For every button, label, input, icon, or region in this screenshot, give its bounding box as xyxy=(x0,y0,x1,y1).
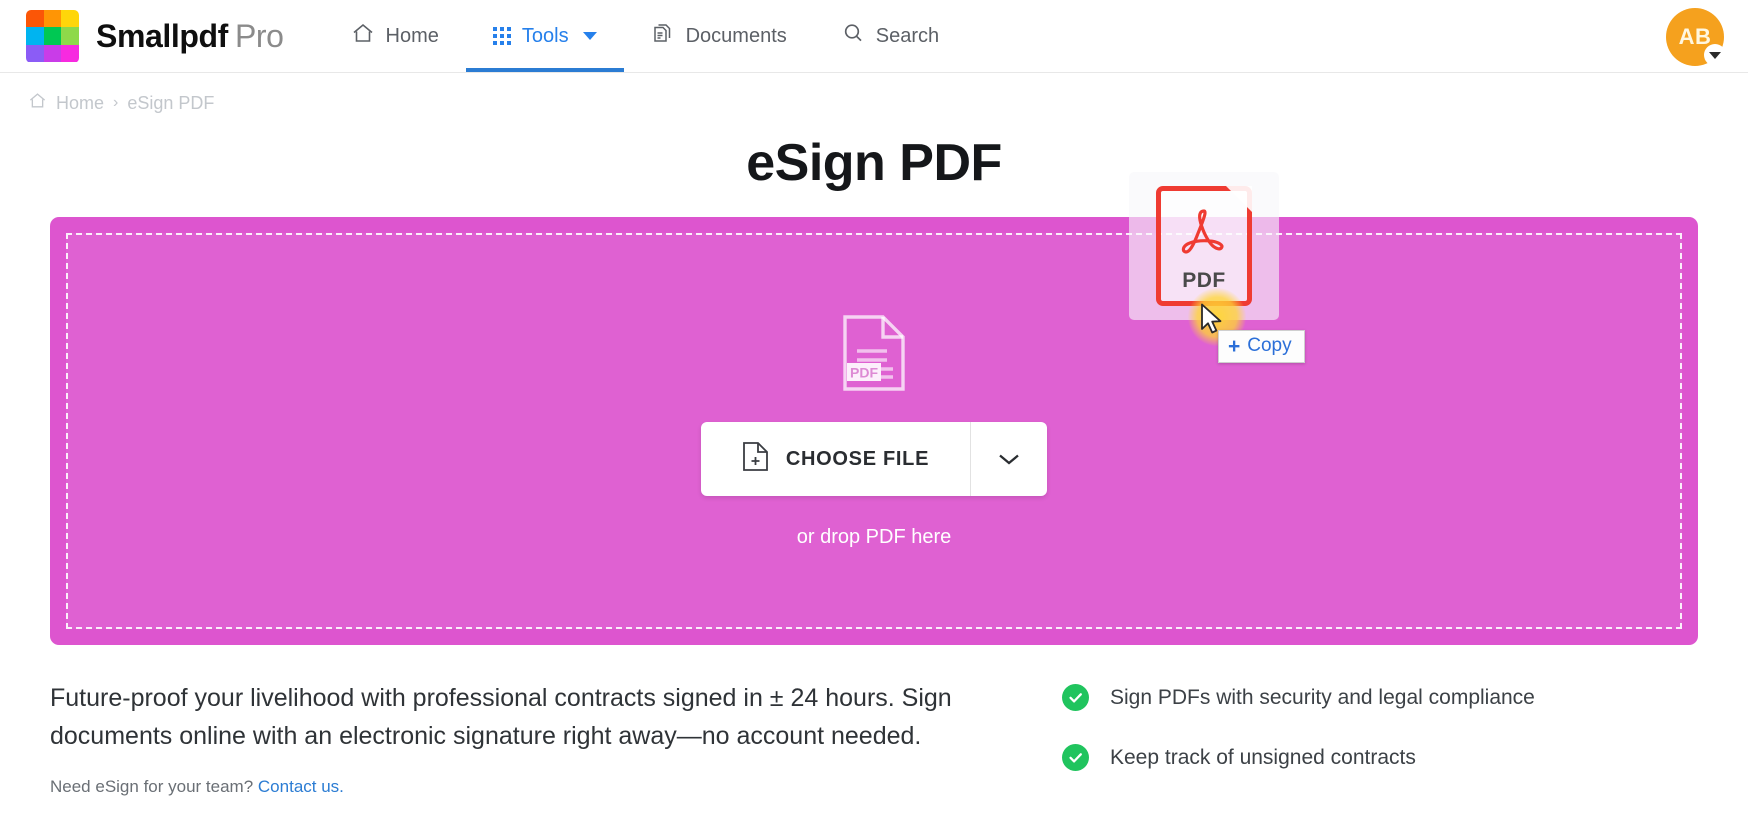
brand-name: Smallpdf Pro xyxy=(96,18,284,55)
feature-label: Sign PDFs with security and legal compli… xyxy=(1110,685,1535,709)
choose-file-label: CHOOSE FILE xyxy=(785,447,930,470)
breadcrumb: Home › eSign PDF xyxy=(0,73,1748,115)
check-circle-icon xyxy=(1062,684,1089,711)
grid-dots-icon xyxy=(492,27,511,45)
drop-hint-text: or drop PDF here xyxy=(796,526,952,548)
feature-label: Keep track of unsigned contracts xyxy=(1110,745,1416,769)
team-contact-line: Need eSign for your team? Contact us. xyxy=(50,777,1010,797)
breadcrumb-current: eSign PDF xyxy=(127,92,215,113)
breadcrumb-separator: › xyxy=(113,94,119,111)
list-item: Sign PDFs with security and legal compli… xyxy=(1062,684,1535,711)
nav-item-home[interactable]: Home xyxy=(324,0,466,72)
nav-items: Home Tools Documents Search xyxy=(324,0,967,72)
avatar-chevron-down-icon[interactable] xyxy=(1704,44,1726,66)
search-icon xyxy=(841,21,865,51)
bottom-content: Future-proof your livelihood with profes… xyxy=(0,645,1748,804)
brand-name-bold: Smallpdf xyxy=(96,17,228,54)
nav-item-tools-label: Tools xyxy=(521,24,569,47)
pdf-document-icon: PDF xyxy=(841,313,907,398)
choose-file-dropdown-button[interactable] xyxy=(971,422,1047,496)
check-circle-icon xyxy=(1062,744,1089,771)
feature-list: Sign PDFs with security and legal compli… xyxy=(1010,679,1535,804)
nav-item-search-label: Search xyxy=(875,24,940,47)
tool-description: Future-proof your livelihood with profes… xyxy=(50,684,952,750)
list-item: Keep track of unsigned contracts xyxy=(1062,744,1535,771)
breadcrumb-home-icon xyxy=(28,91,47,115)
page-title: eSign PDF xyxy=(746,134,1002,192)
chevron-down-icon xyxy=(582,32,597,40)
brand-logo[interactable]: Smallpdf Pro xyxy=(26,9,284,63)
nav-item-search[interactable]: Search xyxy=(814,0,966,72)
nav-item-home-label: Home xyxy=(385,24,439,47)
home-icon xyxy=(351,21,375,51)
nav-active-underline xyxy=(465,68,624,72)
dropzone-inner-area[interactable]: PDF CHOOSE FILE or drop PDF here xyxy=(66,233,1682,629)
breadcrumb-home-link[interactable]: Home xyxy=(56,93,104,114)
document-add-icon xyxy=(742,441,769,477)
contact-us-link[interactable]: Contact us. xyxy=(258,777,344,796)
choose-file-button[interactable]: CHOOSE FILE xyxy=(701,422,970,496)
chevron-down-icon xyxy=(999,454,1019,465)
choose-file-control: CHOOSE FILE xyxy=(700,422,1048,496)
nav-item-documents[interactable]: Documents xyxy=(624,0,814,72)
description-column: Future-proof your livelihood with profes… xyxy=(50,679,1010,804)
nav-item-documents-label: Documents xyxy=(685,24,787,47)
brand-name-pro: Pro xyxy=(234,17,284,54)
user-account-menu[interactable]: AB xyxy=(1666,8,1726,66)
svg-text:PDF: PDF xyxy=(850,365,878,381)
documents-icon xyxy=(651,21,675,51)
nav-item-tools[interactable]: Tools xyxy=(465,0,624,72)
team-prompt-text: Need eSign for your team? xyxy=(50,777,254,796)
top-navigation-bar: Smallpdf Pro Home Tools Documents Search… xyxy=(0,0,1748,73)
smallpdf-logo-icon xyxy=(26,9,79,63)
file-dropzone[interactable]: PDF CHOOSE FILE or drop PDF here xyxy=(50,217,1698,645)
